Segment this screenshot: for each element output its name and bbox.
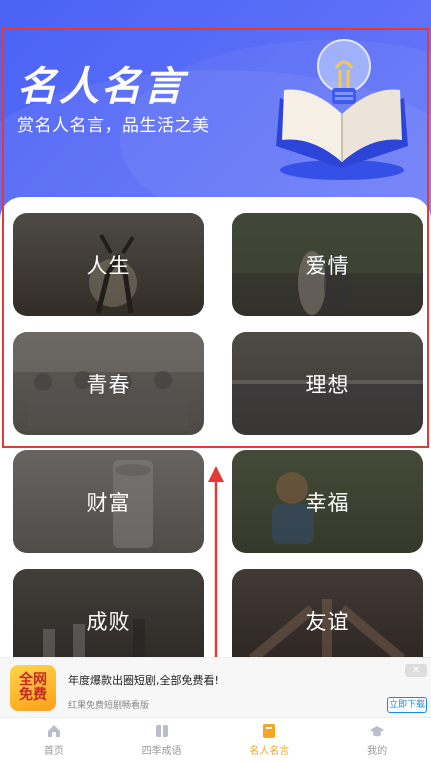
ad-icon-text: 全网	[19, 672, 47, 688]
category-label: 爱情	[305, 253, 350, 278]
category-label: 青春	[86, 372, 131, 397]
category-label: 幸福	[305, 490, 350, 515]
book-lightbulb-illustration	[276, 39, 408, 180]
category-label: 人生	[86, 253, 131, 278]
tab-profile[interactable]: 我的	[323, 718, 431, 762]
category-card-ideal[interactable]: 理想	[232, 332, 423, 435]
category-label: 理想	[305, 372, 350, 397]
tab-quotes[interactable]: 名人名言	[216, 718, 324, 762]
quote-book-icon	[263, 724, 276, 738]
category-card-youth[interactable]: 青春	[13, 332, 204, 435]
category-card-wealth[interactable]: 财富	[13, 450, 204, 553]
ad-close-button[interactable]: ✕	[405, 664, 427, 677]
category-label: 友谊	[305, 609, 350, 634]
page-subtitle: 赏名人名言，品生活之美	[17, 116, 210, 136]
bottom-tab-bar: 首页 四季成语 名人名言 我的	[0, 717, 431, 762]
category-label: 财富	[86, 490, 131, 515]
ad-subtitle: 红果免费短剧畅看版	[68, 701, 150, 711]
book-icon	[155, 725, 168, 737]
header-banner: 名人名言 赏名人名言，品生活之美	[0, 0, 431, 230]
category-grid: 人生 爱情 青春 理想 财富 幸福 成败 友谊	[0, 197, 431, 717]
home-icon	[47, 725, 60, 737]
category-label: 成败	[86, 609, 131, 634]
ad-download-button[interactable]: 立即下载	[387, 697, 427, 713]
ad-banner[interactable]: 全网 免费 年度爆款出圈短剧,全部免费看! 红果免费短剧畅看版 ✕ 立即下载	[0, 657, 431, 717]
page-title: 名人名言	[17, 64, 185, 110]
profile-icon	[370, 726, 385, 737]
ad-icon-text: 免费	[19, 687, 47, 703]
tab-label: 首页	[43, 746, 64, 757]
tab-home[interactable]: 首页	[0, 718, 108, 762]
category-card-love[interactable]: 爱情	[232, 213, 423, 316]
category-card-happiness[interactable]: 幸福	[232, 450, 423, 553]
tab-label: 我的	[367, 746, 388, 757]
ad-app-icon: 全网 免费	[10, 665, 56, 711]
ad-title: 年度爆款出圈短剧,全部免费看!	[68, 674, 219, 687]
tab-idioms[interactable]: 四季成语	[108, 718, 216, 762]
tab-label: 四季成语	[141, 746, 182, 757]
tab-label: 名人名言	[249, 746, 290, 757]
category-card-life[interactable]: 人生	[13, 213, 204, 316]
